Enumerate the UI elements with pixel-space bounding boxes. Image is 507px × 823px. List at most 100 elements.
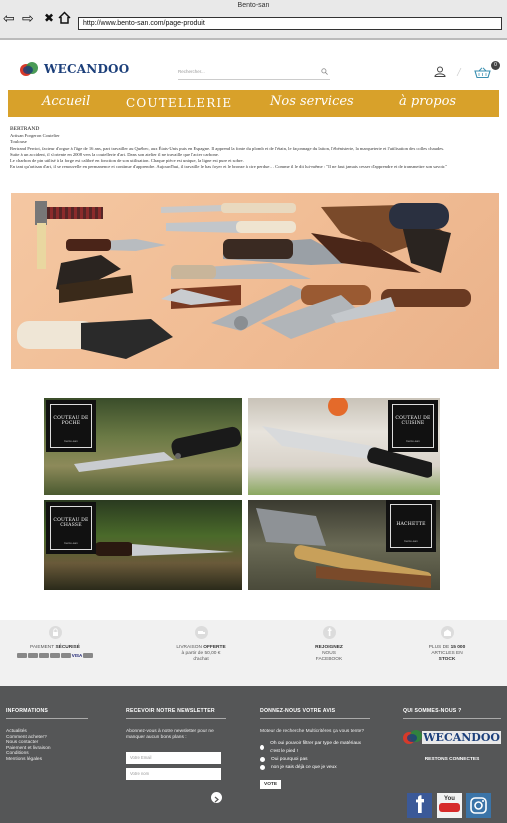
instagram-icon[interactable]	[466, 793, 491, 818]
poll-title-pre: DONNEZ-NOUS VOTRE	[260, 708, 323, 714]
arrow-right-icon	[214, 796, 219, 803]
footer-about-title: QUI SOMMES-NOUS ?	[403, 708, 501, 719]
close-icon[interactable]: ✖	[44, 11, 54, 25]
radio-icon[interactable]	[260, 765, 265, 771]
facebook-bold: REJOIGNEZ	[315, 645, 343, 650]
poll-option[interactable]: Oh oui pouvoir filtrer par type de matér…	[260, 740, 370, 756]
main-nav: Accueil COUTELLERIE Nos services à propo…	[8, 90, 499, 117]
search-input[interactable]: Rechercher...	[178, 66, 330, 80]
newsletter-text: Abonnez-vous à notre newsletter pour ne …	[126, 729, 214, 740]
stock-line3: STOCK	[438, 657, 456, 662]
search-icon[interactable]	[321, 68, 328, 75]
footer-about-column: QUI SOMMES-NOUS ? WECANDOO RESTONS CONNE…	[403, 708, 501, 762]
pocket-knife-image	[74, 426, 242, 472]
footer-info-title: INFORMATIONS	[6, 708, 88, 719]
lock-icon	[48, 626, 62, 639]
reassurance-shipping: LIVRAISON OFFERTE à partir de 50,00 € d'…	[146, 626, 256, 663]
cart-count-badge: 0	[491, 61, 500, 70]
shipping-label: LIVRAISON	[176, 645, 204, 650]
category-subtitle: bento-san	[404, 539, 418, 543]
address-bar[interactable]: http://www.bento-san.com/page-produit	[78, 17, 502, 30]
stock-bold: 15 000	[450, 645, 466, 650]
window-title: Bento-san	[237, 2, 270, 9]
footer-poll-column: DONNEZ-NOUS VOTRE AVIS Moteur de recherc…	[260, 708, 370, 790]
search-placeholder: Rechercher...	[178, 69, 205, 74]
bio-paragraph: En tant qu'artisan d'art, il se renouvel…	[10, 164, 448, 170]
forward-arrow-icon[interactable]: ⇨	[22, 11, 34, 25]
card-icon	[16, 653, 27, 658]
browser-chrome: Bento-san ⇦ ⇨ ✖ http://www.bento-san.com…	[0, 0, 507, 40]
nav-item-nos-services[interactable]: Nos services	[270, 94, 354, 109]
card-icon	[27, 653, 38, 658]
category-tile-cuisine[interactable]: COUTEAU DE CUISINE bento-san	[248, 398, 440, 495]
poll-question: Moteur de recherche Multicritères ça vou…	[260, 729, 364, 734]
radio-icon[interactable]	[260, 757, 265, 763]
category-title: COUTEAU DE POCHE	[53, 416, 89, 427]
artisan-name: BERTRAND	[10, 126, 40, 132]
vegetables-image	[328, 398, 348, 416]
vote-button[interactable]: VOTE	[260, 779, 282, 789]
payment-cards: VISA	[0, 653, 110, 658]
card-icon	[38, 653, 49, 658]
poll-option[interactable]: Oui pourquoi pas	[260, 756, 370, 764]
truck-icon	[194, 626, 208, 639]
payment-bold: SÉCURISÉ	[55, 645, 80, 650]
category-tile-poche[interactable]: COUTEAU DE POCHE bento-san	[44, 398, 242, 495]
category-tile-chasse[interactable]: COUTEAU DE CHASSE bento-san	[44, 500, 242, 590]
back-arrow-icon[interactable]: ⇦	[3, 11, 15, 25]
knife-collection-image	[11, 193, 499, 369]
footer-info-column: INFORMATIONS Actualités Comment acheter?…	[6, 708, 88, 763]
facebook-icon[interactable]	[322, 626, 336, 639]
nav-item-accueil[interactable]: Accueil	[42, 94, 90, 109]
account-icon[interactable]	[434, 66, 446, 77]
youtube-tube-icon	[439, 803, 460, 812]
category-title: COUTEAU DE CUISINE	[395, 416, 431, 427]
artisan-bio: BERTRAND Artisan Forgeron Coutelier Toul…	[10, 126, 498, 170]
header-icons: 0	[434, 61, 502, 81]
hunting-knife-image	[94, 542, 234, 556]
newsletter-name-input[interactable]: Votre nom	[126, 768, 221, 781]
youtube-label: You	[444, 796, 455, 802]
cart-basket-icon[interactable]	[474, 67, 491, 78]
card-icon	[49, 653, 60, 658]
shipping-bold: OFFERTE	[203, 645, 226, 650]
footer-link-mentions-legales[interactable]: Mentions légales	[6, 757, 88, 763]
category-label-box: COUTEAU DE POCHE bento-san	[46, 400, 96, 452]
newsletter-title-pre: RECEVOIR NOTRE	[126, 708, 178, 714]
shipping-line3: d'achat	[193, 657, 209, 662]
bio-paragraph: Bertrand Perriot, facteur d'orgue à l'âg…	[10, 145, 445, 151]
nav-item-a-propos[interactable]: à propos	[399, 94, 456, 109]
category-label-box: COUTEAU DE CUISINE bento-san	[388, 400, 438, 452]
newsletter-email-input[interactable]: Votre Email	[126, 752, 221, 765]
reassurance-payment: PAIEMENT SÉCURISÉ VISA	[0, 626, 110, 658]
radio-icon[interactable]	[260, 745, 265, 751]
logo-mark-icon	[403, 729, 422, 745]
visa-card: VISA	[71, 653, 83, 658]
nav-item-coutellerie[interactable]: COUTELLERIE	[126, 96, 232, 110]
reassurance-stock: PLUS DE 15 000 ARTICLES EN STOCK	[392, 626, 502, 663]
newsletter-title-bold: NEWSLETTER	[177, 708, 215, 714]
category-label-box: HACHETTE bento-san	[386, 500, 436, 552]
footer-logo[interactable]: WECANDOO	[403, 729, 501, 745]
facebook-icon[interactable]	[407, 793, 432, 818]
site-logo[interactable]: WECANDOO	[20, 61, 129, 77]
reassurance-facebook[interactable]: REJOIGNEZ NOUS FACEBOOK	[274, 626, 384, 663]
newsletter-submit-button[interactable]	[211, 792, 222, 803]
home-icon[interactable]	[58, 11, 71, 26]
footer-logo-text: WECANDOO	[422, 730, 501, 744]
logo-mark-icon	[20, 61, 40, 77]
youtube-icon[interactable]: You	[437, 793, 462, 818]
category-subtitle: bento-san	[64, 541, 78, 545]
about-title-pre: QUI	[403, 708, 415, 714]
category-label-box: COUTEAU DE CHASSE bento-san	[46, 502, 96, 554]
poll-option[interactable]: non je sais déjà ce que je veux	[260, 764, 370, 772]
card-icon	[60, 653, 71, 658]
page-root: Bento-san ⇦ ⇨ ✖ http://www.bento-san.com…	[0, 0, 507, 823]
divider-icon	[456, 68, 462, 76]
category-tile-hachette[interactable]: HACHETTE bento-san	[248, 500, 440, 590]
category-subtitle: bento-san	[64, 439, 78, 443]
category-title: HACHETTE	[396, 522, 426, 527]
reassurance-band: PAIEMENT SÉCURISÉ VISA LIVRAISON OFFERTE…	[0, 620, 507, 686]
warehouse-icon	[440, 626, 454, 639]
payment-label: PAIEMENT	[30, 645, 56, 650]
